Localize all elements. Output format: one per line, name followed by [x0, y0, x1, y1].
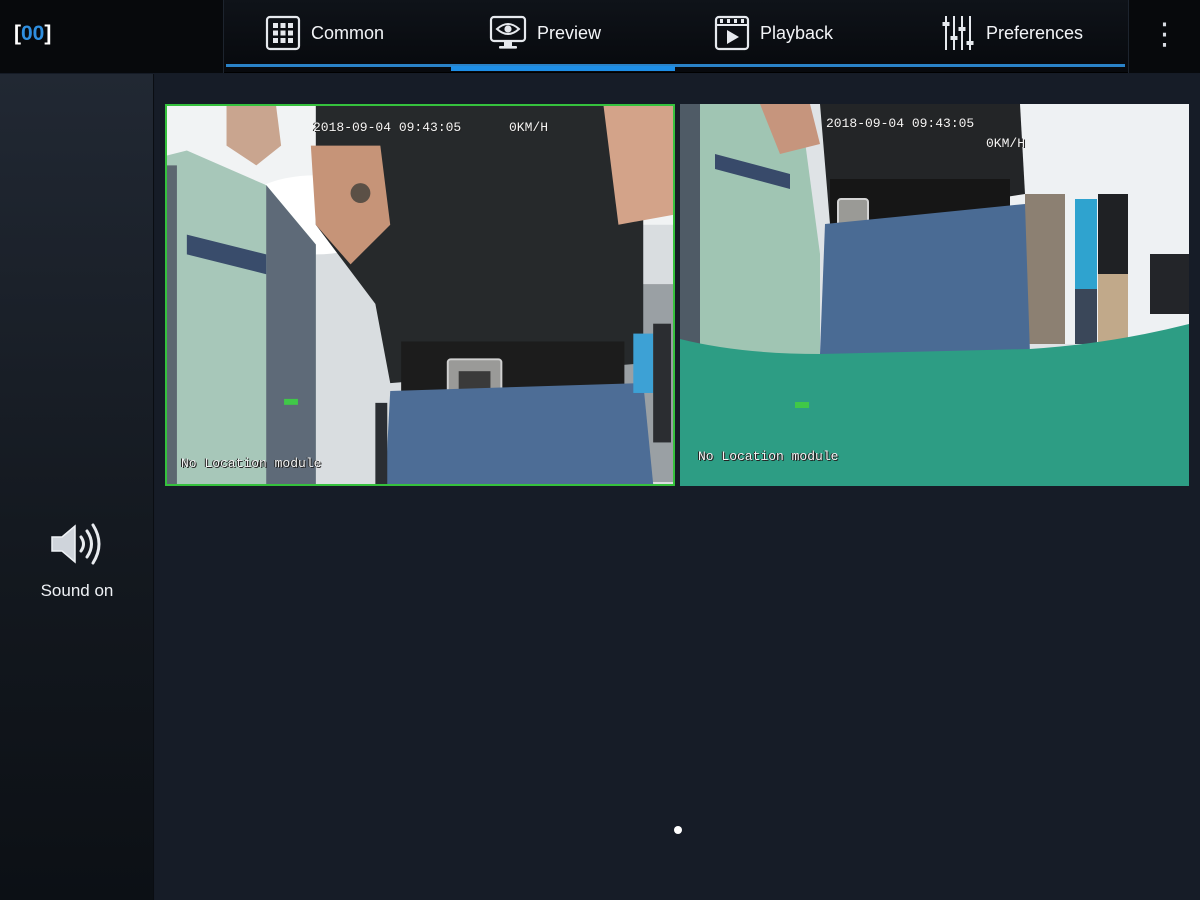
top-navigation-bar: [00] Common Preview Playback Preferences… — [0, 0, 1200, 73]
tab-preview-label: Preview — [537, 22, 602, 43]
sound-label: Sound on — [40, 581, 114, 600]
video-2-location: No Location module — [698, 449, 839, 464]
active-tab-indicator — [451, 66, 675, 71]
tab-playback-label: Playback — [760, 22, 834, 43]
camera-feed-image-2 — [680, 104, 1189, 486]
page-indicator-dot[interactable] — [674, 826, 682, 834]
brand-text: 00 — [21, 22, 45, 45]
monitor-eye-icon — [489, 15, 527, 51]
video-1-timestamp: 2018-09-04 09:43:05 — [313, 120, 462, 135]
video-2-speed: 0KM/H — [986, 136, 1026, 151]
sliders-icon — [942, 14, 976, 52]
tab-common[interactable]: Common — [265, 0, 384, 66]
video-1-speed: 0KM/H — [509, 120, 549, 135]
tab-playback[interactable]: Playback — [714, 0, 833, 66]
video-play-icon — [714, 15, 750, 51]
video-tile-2[interactable]: 2018-09-04 09:43:05 0KM/H No Location mo… — [680, 104, 1189, 486]
app-window: [00] Common Preview Playback Preferences… — [0, 0, 1200, 900]
brand-area: [00] — [0, 0, 224, 73]
video-1-location: No Location module — [181, 456, 322, 471]
brand-logo: [00] — [14, 22, 51, 46]
tab-preferences[interactable]: Preferences — [942, 0, 1083, 66]
grid-icon — [265, 15, 301, 51]
tab-underline — [226, 64, 1125, 67]
brand-bracket-close: ] — [44, 22, 52, 45]
video-tile-1[interactable]: 2018-09-04 09:43:05 0KM/H No Location mo… — [165, 104, 675, 486]
more-vertical-icon: ⋮ — [1149, 17, 1180, 51]
more-menu-button[interactable]: ⋮ — [1128, 0, 1200, 73]
tab-common-label: Common — [311, 22, 385, 43]
preview-area: 2018-09-04 09:43:05 0KM/H No Location mo… — [155, 74, 1200, 900]
brand-bracket-open: [ — [14, 22, 21, 45]
tab-preferences-label: Preferences — [986, 22, 1084, 43]
tab-preview[interactable]: Preview — [489, 0, 601, 66]
speaker-icon — [48, 520, 106, 573]
camera-feed-image-1 — [167, 106, 673, 484]
side-panel: Sound on — [0, 74, 154, 900]
sound-toggle-button[interactable]: Sound on — [18, 520, 136, 616]
video-2-timestamp: 2018-09-04 09:43:05 — [826, 116, 975, 131]
